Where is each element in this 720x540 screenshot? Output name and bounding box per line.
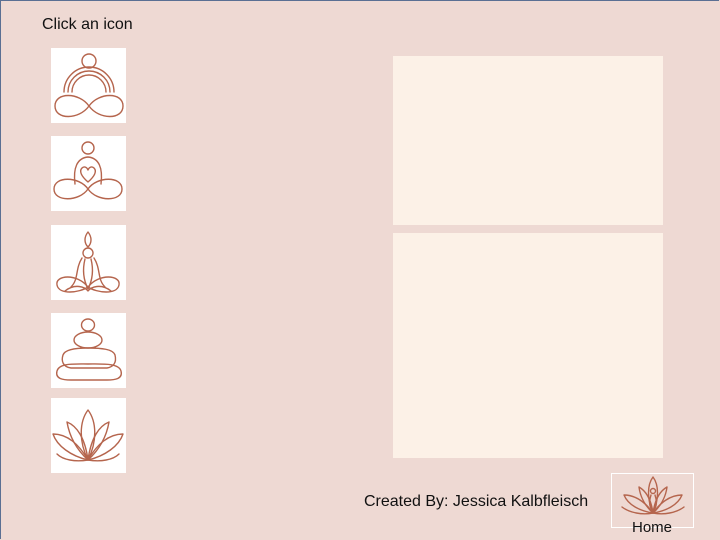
credit-label: Created By: Jessica Kalbfleisch — [364, 493, 589, 510]
display-panel-top — [393, 56, 663, 225]
instruction-label: Click an icon — [42, 16, 133, 33]
stacked-stones-button[interactable] — [51, 313, 126, 388]
meditation-raised-arms-button[interactable] — [51, 225, 126, 300]
lotus-home-icon — [621, 476, 685, 515]
lotus-flower-button[interactable] — [51, 398, 126, 473]
meditation-heart-icon — [53, 141, 123, 200]
meditation-rainbow-icon — [54, 53, 124, 118]
home-button[interactable]: Home — [611, 473, 694, 536]
lotus-flower-icon — [52, 409, 124, 462]
stacked-stones-icon — [56, 318, 122, 381]
meditation-rainbow-button[interactable] — [51, 48, 126, 123]
meditation-heart-button[interactable] — [51, 136, 126, 211]
display-panel-bottom — [393, 233, 663, 458]
meditation-raised-arms-icon — [56, 231, 120, 293]
home-label: Home — [632, 519, 673, 536]
